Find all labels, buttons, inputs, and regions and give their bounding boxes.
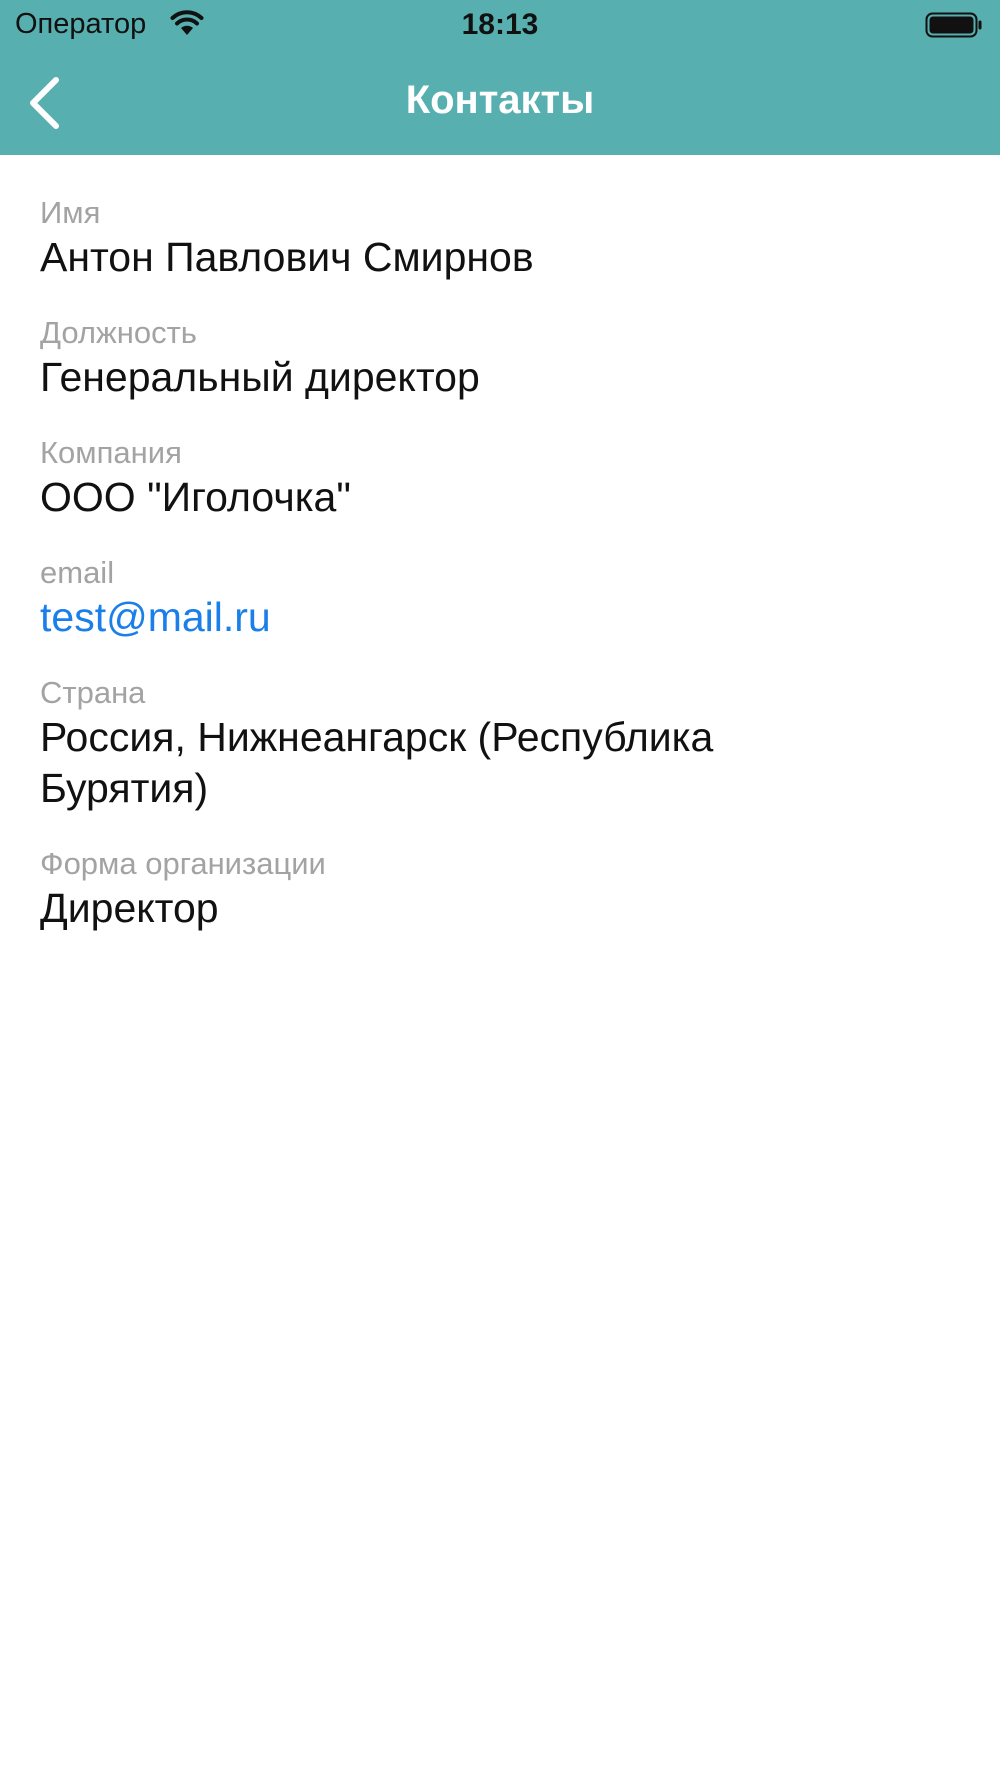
field-value-company: ООО "Иголочка" xyxy=(40,474,351,520)
field-country: Страна Россия, Нижнеангарск (Республика … xyxy=(40,674,940,814)
field-value-name: Антон Павлович Смирнов xyxy=(40,234,534,280)
field-label-position: Должность xyxy=(40,315,197,350)
field-position: Должность Генеральный директор xyxy=(40,314,940,403)
navigation-bar: Контакты xyxy=(0,50,1000,155)
field-label-email: email xyxy=(40,555,115,590)
top-bar: Оператор 18:13 Контакты xyxy=(0,0,1000,155)
field-label-organization-form: Форма организации xyxy=(40,846,326,881)
field-label-company: Компания xyxy=(40,435,182,470)
status-time: 18:13 xyxy=(461,8,539,41)
chevron-left-icon xyxy=(22,77,82,138)
field-label-name: Имя xyxy=(40,195,101,230)
contact-details: Имя Антон Павлович Смирнов Должность Ген… xyxy=(40,194,940,965)
field-email: email test@mail.ru xyxy=(40,554,940,643)
field-organization-form: Форма организации Директор xyxy=(40,845,940,934)
field-value-country: Россия, Нижнеангарск (Республика Бурятия… xyxy=(40,714,714,811)
status-bar: Оператор 18:13 xyxy=(0,0,1000,50)
field-value-organization-form: Директор xyxy=(40,885,219,931)
field-label-country: Страна xyxy=(40,675,146,710)
email-link[interactable]: test@mail.ru xyxy=(40,592,830,643)
battery-icon xyxy=(925,12,983,38)
field-value-position: Генеральный директор xyxy=(40,354,480,400)
page-title: Контакты xyxy=(405,78,595,122)
field-name: Имя Антон Павлович Смирнов xyxy=(40,194,940,283)
field-company: Компания ООО "Иголочка" xyxy=(40,434,940,523)
